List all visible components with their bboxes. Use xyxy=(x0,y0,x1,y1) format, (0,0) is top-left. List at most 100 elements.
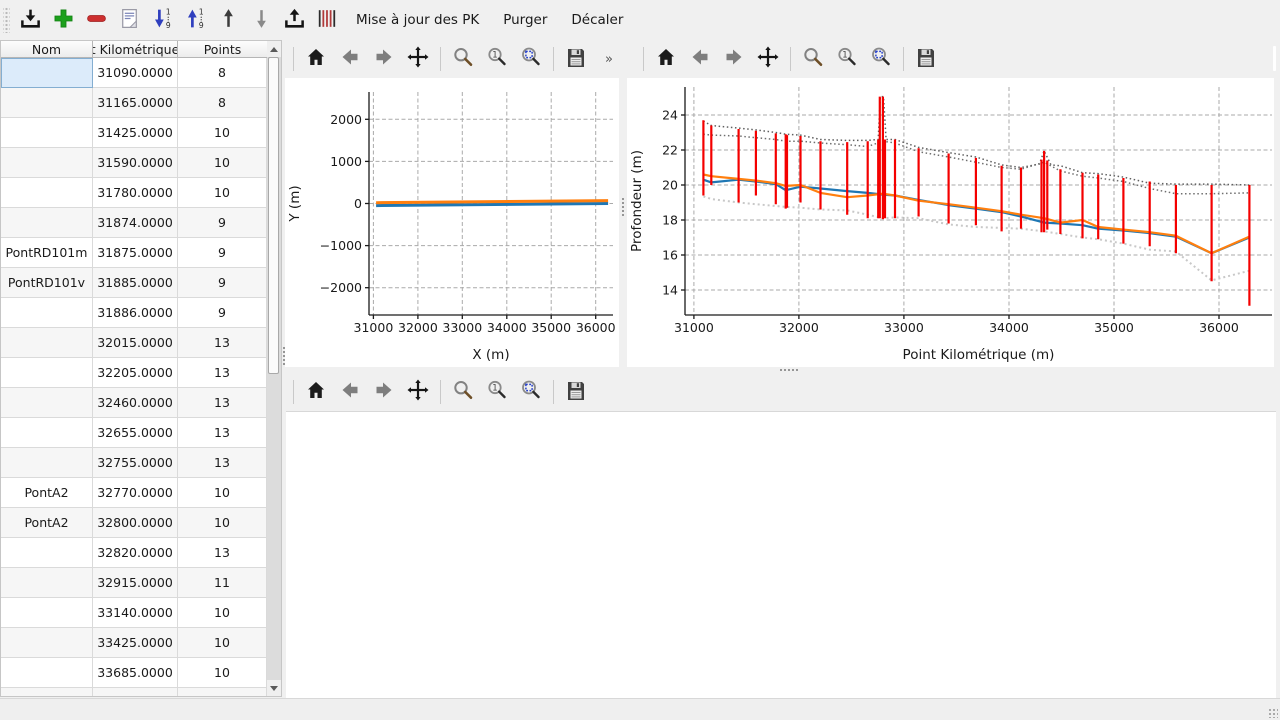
toolbar-extension-handle[interactable] xyxy=(1273,46,1276,71)
cell-points[interactable]: 10 xyxy=(178,658,267,688)
nav-home-button[interactable] xyxy=(301,377,331,407)
cell-points[interactable]: 10 xyxy=(178,148,267,178)
profiles-button[interactable] xyxy=(312,5,343,36)
cell-nom[interactable] xyxy=(1,448,93,478)
cell-pk[interactable]: 33425.0000 xyxy=(93,628,178,658)
cell-nom[interactable] xyxy=(1,658,93,688)
cell-points[interactable]: 9 xyxy=(178,268,267,298)
import-button[interactable] xyxy=(15,5,46,36)
cell-pk[interactable]: 31886.0000 xyxy=(93,298,178,328)
cell-points[interactable]: 10 xyxy=(178,118,267,148)
cell-points[interactable]: 13 xyxy=(178,358,267,388)
scrollbar-thumb[interactable] xyxy=(268,57,279,374)
cell-nom[interactable] xyxy=(1,418,93,448)
nav-forward-button[interactable] xyxy=(369,44,399,74)
cell-pk[interactable]: 31090.0000 xyxy=(93,58,178,88)
cell-nom[interactable]: PontA2 xyxy=(1,478,93,508)
cell-points[interactable]: 10 xyxy=(178,628,267,658)
cell-pk[interactable]: 31165.0000 xyxy=(93,88,178,118)
cell-nom[interactable] xyxy=(1,58,93,88)
cell-nom[interactable] xyxy=(1,628,93,658)
cell-pk[interactable]: 32770.0000 xyxy=(93,478,178,508)
add-row-button[interactable] xyxy=(48,5,79,36)
cell-points[interactable]: 8 xyxy=(178,58,267,88)
remove-row-button[interactable] xyxy=(81,5,112,36)
cell-pk[interactable]: 33685.0000 xyxy=(93,658,178,688)
resize-grip-icon[interactable] xyxy=(1268,708,1278,718)
update-pk-button[interactable]: Mise à jour des PK xyxy=(345,5,490,36)
nav-pan-button[interactable] xyxy=(753,44,783,74)
cell-points[interactable]: 10 xyxy=(178,478,267,508)
cell-points[interactable] xyxy=(178,688,267,696)
cell-points[interactable]: 9 xyxy=(178,208,267,238)
sort-ascending-button[interactable]: 19 xyxy=(180,5,211,36)
header-nom[interactable]: Nom xyxy=(1,41,93,58)
cell-nom[interactable] xyxy=(1,538,93,568)
cell-points[interactable]: 10 xyxy=(178,508,267,538)
cell-nom[interactable] xyxy=(1,358,93,388)
header-point-kilometrique[interactable]: t Kilométrique xyxy=(93,41,178,58)
cell-points[interactable]: 9 xyxy=(178,298,267,328)
cell-points[interactable]: 8 xyxy=(178,88,267,118)
cell-pk[interactable]: 32015.0000 xyxy=(93,328,178,358)
cell-pk[interactable]: 31885.0000 xyxy=(93,268,178,298)
nav-home-button[interactable] xyxy=(651,44,681,74)
cell-pk[interactable]: 31590.0000 xyxy=(93,148,178,178)
toolbar-overflow-chevron[interactable]: » xyxy=(601,52,617,67)
cell-pk[interactable]: 31780.0000 xyxy=(93,178,178,208)
nav-home-button[interactable] xyxy=(301,44,331,74)
nav-zoomrect-button[interactable] xyxy=(516,377,546,407)
cell-nom[interactable] xyxy=(1,598,93,628)
nav-zoom-button[interactable] xyxy=(448,377,478,407)
cell-points[interactable]: 13 xyxy=(178,418,267,448)
plots-splitter-handle[interactable] xyxy=(621,196,625,218)
nav-forward-button[interactable] xyxy=(719,44,749,74)
scroll-up-button[interactable] xyxy=(267,41,281,57)
cell-points[interactable]: 13 xyxy=(178,448,267,478)
cell-pk[interactable]: 32655.0000 xyxy=(93,418,178,448)
cell-nom[interactable] xyxy=(1,208,93,238)
new-document-button[interactable] xyxy=(114,5,145,36)
nav-zoomrect-button[interactable] xyxy=(866,44,896,74)
cell-points[interactable]: 11 xyxy=(178,568,267,598)
cell-pk[interactable]: 32915.0000 xyxy=(93,568,178,598)
cell-nom[interactable] xyxy=(1,178,93,208)
cell-nom[interactable] xyxy=(1,688,93,696)
nav-back-button[interactable] xyxy=(685,44,715,74)
cell-points[interactable]: 13 xyxy=(178,328,267,358)
nav-pan-button[interactable] xyxy=(403,44,433,74)
cell-points[interactable]: 9 xyxy=(178,238,267,268)
shift-button[interactable]: Décaler xyxy=(560,5,634,36)
cell-pk[interactable]: 31875.0000 xyxy=(93,238,178,268)
nav-zoomrect-button[interactable] xyxy=(516,44,546,74)
nav-zoom-button[interactable] xyxy=(448,44,478,74)
cell-pk[interactable]: 32755.0000 xyxy=(93,448,178,478)
cell-pk[interactable]: 33140.0000 xyxy=(93,598,178,628)
cell-pk[interactable]: 32205.0000 xyxy=(93,358,178,388)
export-button[interactable] xyxy=(279,5,310,36)
cell-pk[interactable]: 32800.0000 xyxy=(93,508,178,538)
table-scrollbar[interactable] xyxy=(267,41,281,696)
toolbar-drag-handle[interactable] xyxy=(3,7,10,33)
sort-descending-button[interactable]: 19 xyxy=(147,5,178,36)
depth-profile-canvas[interactable]: 3100032000330003400035000360001416182022… xyxy=(627,78,1274,367)
cross-section-canvas[interactable] xyxy=(286,411,1276,698)
nav-zoom-button[interactable] xyxy=(798,44,828,74)
cell-nom[interactable] xyxy=(1,388,93,418)
cell-pk[interactable] xyxy=(93,688,178,696)
nav-back-button[interactable] xyxy=(335,44,365,74)
cell-nom[interactable]: PontRD101m xyxy=(1,238,93,268)
header-points[interactable]: Points xyxy=(178,41,267,58)
move-up-button[interactable] xyxy=(213,5,244,36)
cell-pk[interactable]: 32460.0000 xyxy=(93,388,178,418)
xy-plot-canvas[interactable]: 310003200033000340003500036000−2000−1000… xyxy=(285,78,619,367)
nav-zoomone-button[interactable]: 1 xyxy=(832,44,862,74)
nav-forward-button[interactable] xyxy=(369,377,399,407)
cell-pk[interactable]: 32820.0000 xyxy=(93,538,178,568)
cell-pk[interactable]: 31425.0000 xyxy=(93,118,178,148)
cell-nom[interactable]: PontA2 xyxy=(1,508,93,538)
scroll-down-button[interactable] xyxy=(267,680,281,696)
cell-nom[interactable] xyxy=(1,88,93,118)
cell-nom[interactable] xyxy=(1,118,93,148)
purge-button[interactable]: Purger xyxy=(492,5,558,36)
